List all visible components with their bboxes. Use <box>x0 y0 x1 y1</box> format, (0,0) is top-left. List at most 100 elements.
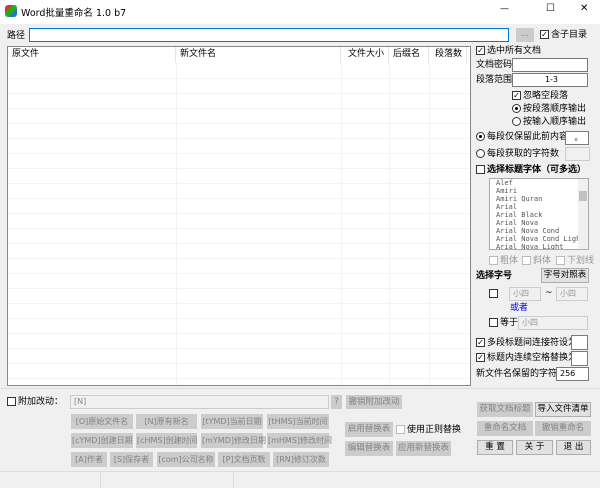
title-bar: Word批量重命名 1.0 b7 — ☐ ✕ <box>0 0 600 24</box>
reset-button[interactable]: 重 置 <box>477 440 513 455</box>
font-list-item[interactable]: Arial Nova Cond Light <box>493 235 588 243</box>
or-label: 或者 <box>510 303 529 313</box>
underline-checkbox[interactable]: 下划线 <box>556 255 594 267</box>
font-list-scrollbar[interactable] <box>578 179 588 249</box>
size-table-button[interactable]: 字号对照表 <box>541 268 589 283</box>
extra-checkbox[interactable]: 附加改动： <box>7 396 63 408</box>
undo-extra-button[interactable]: 撤销附加改动 <box>346 395 402 409</box>
table-row-line <box>8 273 470 274</box>
font-select-checkbox[interactable]: 选择标题字体（可多选） <box>476 164 586 176</box>
password-label: 文档密码 <box>476 60 513 70</box>
extra-input[interactable]: [N] <box>70 395 329 409</box>
tag-button[interactable]: [mYMD]修改日期 <box>201 433 266 448</box>
about-button[interactable]: 关 于 <box>516 440 553 455</box>
keep-before-input[interactable]: 。 <box>565 131 589 145</box>
size-range-checkbox[interactable] <box>489 289 500 299</box>
edit-replace-button[interactable]: 编辑替换表 <box>345 441 393 456</box>
tilde-label: ~ <box>545 288 553 298</box>
order-para-radio[interactable]: 按段落顺序输出 <box>512 103 586 115</box>
max-chars-spinner[interactable]: 256 <box>556 367 589 381</box>
regex-checkbox[interactable]: 使用正则替换 <box>396 424 461 436</box>
table-row-line <box>8 228 470 229</box>
table-row-line <box>8 318 470 319</box>
equal-checkbox[interactable]: 等于 <box>489 317 518 329</box>
checkbox-icon: ✓ <box>540 30 549 39</box>
range-label: 段落范围 <box>476 75 513 85</box>
include-subdirs-checkbox[interactable]: ✓ 含子目录 <box>540 29 587 41</box>
tag-button[interactable]: [com]公司名称 <box>157 452 215 467</box>
tag-button[interactable]: [RN]修订次数 <box>273 452 329 467</box>
column-original[interactable]: 原文件 <box>8 47 176 63</box>
table-row-line <box>8 303 470 304</box>
divider <box>0 388 600 389</box>
order-input-radio[interactable]: 按输入顺序输出 <box>512 116 586 128</box>
table-row-line <box>8 123 470 124</box>
size-to-select[interactable]: 小四 <box>556 287 588 301</box>
font-list-item[interactable]: Arial Black <box>493 211 588 219</box>
close-button[interactable]: ✕ <box>580 3 588 14</box>
table-row-line <box>8 108 470 109</box>
tag-button[interactable]: [mHMS]修改时间 <box>267 433 332 448</box>
tag-button[interactable]: [tYMD]当前日期 <box>201 414 263 429</box>
column-paragraphs[interactable]: 段落数 <box>429 47 467 63</box>
help-button[interactable]: ? <box>331 395 342 409</box>
select-all-checkbox[interactable]: ✓ 选中所有文档 <box>476 45 541 57</box>
tag-button[interactable]: [cYMD]创建日期 <box>71 433 133 448</box>
path-input[interactable] <box>29 28 509 42</box>
exit-button[interactable]: 退 出 <box>556 440 591 455</box>
tag-button[interactable]: [O]原始文件名 <box>71 414 133 429</box>
font-list-item[interactable]: Arial Nova Light <box>493 243 588 249</box>
tag-button[interactable]: [P]文档页数 <box>218 452 270 467</box>
table-row-line <box>8 138 470 139</box>
column-new-name[interactable]: 新文件名 <box>176 47 341 63</box>
tag-button[interactable]: [N]原有新名 <box>136 414 197 429</box>
table-row-line <box>8 243 470 244</box>
ignore-empty-checkbox[interactable]: ✓ 忽略空段落 <box>512 90 568 102</box>
font-list-item[interactable]: Amiri Quran <box>493 195 588 203</box>
get-titles-button[interactable]: 获取文档标题 <box>477 402 533 417</box>
italic-checkbox[interactable]: 斜体 <box>522 255 551 267</box>
font-list-item[interactable]: Amiri <box>493 187 588 195</box>
size-from-select[interactable]: 小四 <box>509 287 541 301</box>
font-list-item[interactable]: Arial Nova Cond <box>493 227 588 235</box>
maximize-button[interactable]: ☐ <box>546 3 555 14</box>
column-grid-line <box>176 63 177 385</box>
char-count-radio[interactable]: 每段获取的字符数 <box>476 148 559 160</box>
import-list-button[interactable]: 导入文件清单 <box>535 402 591 417</box>
font-list-item[interactable]: Arial Nova <box>493 219 588 227</box>
table-row-line <box>8 213 470 214</box>
font-listbox[interactable]: Alef Amiri Amiri Quran Arial Arial Black Aria… <box>489 178 589 250</box>
table-row-line <box>8 258 470 259</box>
enable-replace-button[interactable]: 启用替换表 <box>345 422 393 437</box>
rename-button[interactable]: 重命名文档 <box>477 421 533 436</box>
size-label: 选择字号 <box>476 271 513 281</box>
table-row-line <box>8 348 470 349</box>
joiner-input[interactable] <box>571 335 588 350</box>
table-row-line <box>8 288 470 289</box>
space-replace-checkbox[interactable]: ✓ 标题内连续空格替换为 <box>476 352 577 364</box>
bold-checkbox[interactable]: 粗体 <box>489 255 518 267</box>
minimize-button[interactable]: — <box>500 4 509 14</box>
char-count-input[interactable] <box>565 147 590 161</box>
browse-button[interactable]: ... <box>516 28 534 42</box>
font-list-item[interactable]: Arial <box>493 203 588 211</box>
apply-replace-button[interactable]: 应用新替换表 <box>396 441 451 456</box>
undo-rename-button[interactable]: 撤销重命名 <box>535 421 591 436</box>
tag-button[interactable]: [S]保存者 <box>110 452 153 467</box>
range-input[interactable]: 1-3 <box>512 73 588 87</box>
file-list[interactable]: 原文件 新文件名 文件大小 后缀名 段落数 <box>7 46 471 386</box>
keep-before-radio[interactable]: 每段仅保留此前内容 <box>476 131 568 143</box>
max-chars-label: 新文件名保留的字符数 <box>476 369 567 379</box>
password-input[interactable] <box>512 58 588 72</box>
table-row-line <box>8 93 470 94</box>
window-title: Word批量重命名 1.0 b7 <box>21 8 127 19</box>
tag-button[interactable]: [cHMS]创建时间 <box>136 433 198 448</box>
tag-button[interactable]: [A]作者 <box>71 452 107 467</box>
joiner-checkbox[interactable]: ✓ 多段标题间连接符设为 <box>476 337 577 349</box>
font-list-item[interactable]: Alef <box>493 179 588 187</box>
space-replace-input[interactable] <box>571 351 588 366</box>
tag-button[interactable]: [tHMS]当前时间 <box>267 414 329 429</box>
column-size[interactable]: 文件大小 <box>341 47 389 63</box>
equal-select[interactable]: 小四 <box>518 316 588 330</box>
column-ext[interactable]: 后缀名 <box>389 47 429 63</box>
